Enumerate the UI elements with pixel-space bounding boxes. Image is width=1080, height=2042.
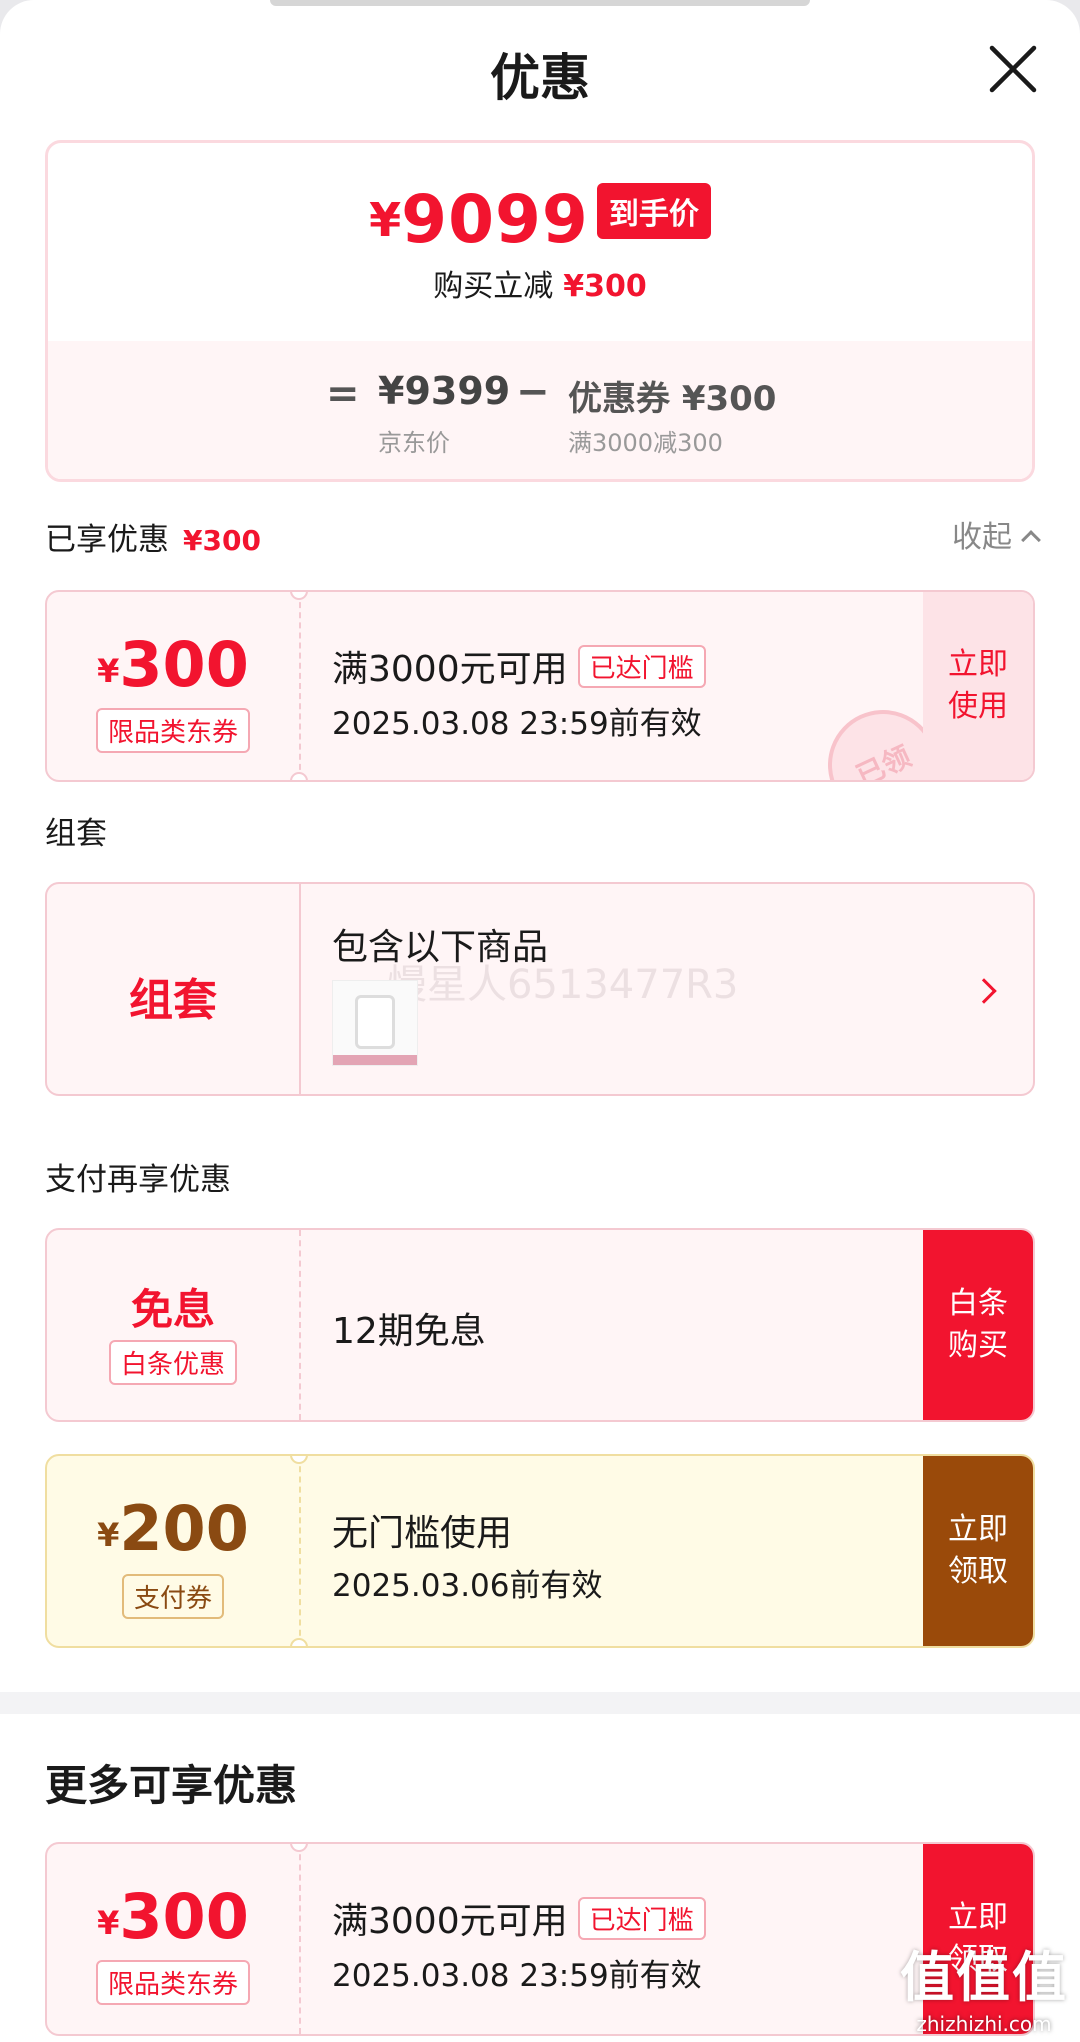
- baitiao-type-tag: 白条优惠: [108, 1340, 237, 1385]
- payment-coupon-currency: ¥: [97, 1516, 120, 1554]
- more-coupon-divider: [299, 1844, 301, 2034]
- user-watermark: 慢星人6513477R3: [387, 962, 739, 1008]
- claim-now-button[interactable]: 立即 领取: [923, 1456, 1033, 1646]
- final-price-badge: 到手价: [596, 183, 711, 239]
- baitiao-divider: [299, 1230, 301, 1420]
- bundle-section-label: 组套: [45, 816, 107, 852]
- coupon-value-area: ¥300 限品类东券: [47, 592, 299, 780]
- product-image: [355, 995, 395, 1049]
- site-watermark-url: zhizhizhi.com: [916, 2012, 1052, 2036]
- payment-coupon-value-area: ¥200 支付券: [47, 1456, 299, 1646]
- equals-sign: =: [326, 371, 360, 417]
- minus-sign: −: [516, 369, 550, 415]
- coupon-expiry: 2025.03.08 23:59前有效: [332, 706, 702, 742]
- payment-coupon-tag: 支付券: [121, 1574, 224, 1619]
- coupon-currency: ¥: [97, 652, 120, 690]
- discount-sheet: 优惠 ¥9099 到手价 购买立减 ¥300 = ¥9399 京东价 − 优惠券 ¥…: [0, 0, 1080, 2042]
- coupon-amount-value: 300: [119, 628, 249, 701]
- coupon-amount: ¥300: [47, 628, 299, 701]
- enjoyed-discount-amount: ¥300: [183, 524, 261, 557]
- more-coupon-type-tag: 限品类东券: [95, 1960, 250, 2005]
- jd-price: ¥9399: [378, 369, 511, 413]
- close-button[interactable]: [984, 40, 1042, 98]
- more-coupon-value-area: ¥300 限品类东券: [47, 1844, 299, 2034]
- collapse-toggle[interactable]: 收起: [952, 512, 1041, 556]
- coupon-notch: [290, 772, 308, 780]
- more-coupon-condition: 满3000元可用 已达门槛: [332, 1892, 706, 1944]
- coupon-notch: [290, 1638, 308, 1646]
- bundle-card[interactable]: 组套 包含以下商品 慢星人6513477R3: [45, 882, 1035, 1096]
- more-coupon-currency: ¥: [97, 1904, 120, 1942]
- coupon-condition: 满3000元可用 已达门槛: [332, 640, 706, 692]
- enjoyed-discount-label: 已享优惠: [45, 522, 169, 558]
- interest-free-text: 12期免息: [332, 1311, 486, 1352]
- payment-discount-label: 支付再享优惠: [45, 1162, 231, 1198]
- payment-coupon-condition: 无门槛使用: [332, 1513, 513, 1554]
- chevron-up-icon[interactable]: [1021, 530, 1041, 550]
- page-title: 优惠: [490, 49, 590, 107]
- bundle-label: 组套: [129, 975, 217, 1026]
- more-coupon-card: ¥300 限品类东券 满3000元可用 已达门槛 2025.03.08 23:59…: [45, 1842, 1035, 2036]
- close-icon[interactable]: [984, 40, 1042, 98]
- coupon-divider: [299, 592, 301, 780]
- final-price: ¥9099 到手价: [48, 181, 1032, 258]
- final-price-value: 9099: [401, 181, 589, 258]
- instant-discount-amount: ¥300: [563, 269, 647, 304]
- more-discounts-title: 更多可享优惠: [45, 1761, 298, 1810]
- site-watermark: 值值值 zhizhizhi.com: [900, 1933, 1068, 2036]
- more-coupon-amount: ¥300: [47, 1880, 299, 1953]
- coupon-rule: 满3000减300: [568, 429, 723, 457]
- more-coupon-amount-value: 300: [119, 1880, 249, 1953]
- use-now-button[interactable]: 立即 使用: [923, 592, 1033, 780]
- final-price-currency: ¥: [369, 193, 402, 247]
- product-image-band: [333, 1055, 417, 1065]
- price-summary-box: ¥9099 到手价 购买立减 ¥300 = ¥9399 京东价 − 优惠券 ¥300…: [45, 140, 1035, 482]
- jd-price-label: 京东价: [378, 429, 450, 457]
- threshold-reached-tag: 已达门槛: [577, 645, 706, 688]
- baitiao-card: 免息 白条优惠 12期免息 白条 购买: [45, 1228, 1035, 1422]
- enjoyed-coupon-card: ¥300 限品类东券 满3000元可用 已达门槛 2025.03.08 23:59…: [45, 590, 1035, 782]
- baitiao-buy-button[interactable]: 白条 购买: [923, 1230, 1033, 1420]
- enjoyed-discount-header: 已享优惠 ¥300: [45, 514, 261, 559]
- coupon-condition-text: 满3000元可用: [332, 649, 568, 690]
- more-threshold-reached-tag: 已达门槛: [577, 1897, 706, 1940]
- payment-coupon-amount-value: 200: [119, 1492, 249, 1565]
- price-breakdown: = ¥9399 京东价 − 优惠券 ¥300 满3000减300: [48, 369, 1032, 469]
- payment-coupon-amount: ¥200: [47, 1492, 299, 1565]
- payment-coupon-card: ¥200 支付券 无门槛使用 2025.03.06前有效 立即 领取: [45, 1454, 1035, 1648]
- more-coupon-expiry: 2025.03.08 23:59前有效: [332, 1958, 702, 1994]
- section-separator: [0, 1692, 1080, 1714]
- baitiao-label: 免息: [130, 1285, 215, 1334]
- coupon-deduction: 优惠券 ¥300: [568, 379, 777, 419]
- chevron-right-icon[interactable]: [971, 978, 997, 1004]
- instant-discount-label: 购买立减: [433, 269, 554, 304]
- bundle-divider: [299, 884, 301, 1094]
- sheet-top-edge: [270, 0, 810, 6]
- bundle-product-thumbnail[interactable]: [332, 980, 418, 1066]
- collapse-label[interactable]: 收起: [952, 520, 1012, 555]
- more-coupon-condition-text: 满3000元可用: [332, 1901, 568, 1942]
- payment-coupon-expiry: 2025.03.06前有效: [332, 1568, 603, 1604]
- coupon-type-tag: 限品类东券: [95, 708, 250, 753]
- payment-coupon-divider: [299, 1456, 301, 1646]
- site-watermark-logo: 值值值: [900, 1946, 1068, 2009]
- baitiao-left: 免息 白条优惠: [47, 1230, 299, 1420]
- instant-discount-line: 购买立减 ¥300: [48, 261, 1032, 305]
